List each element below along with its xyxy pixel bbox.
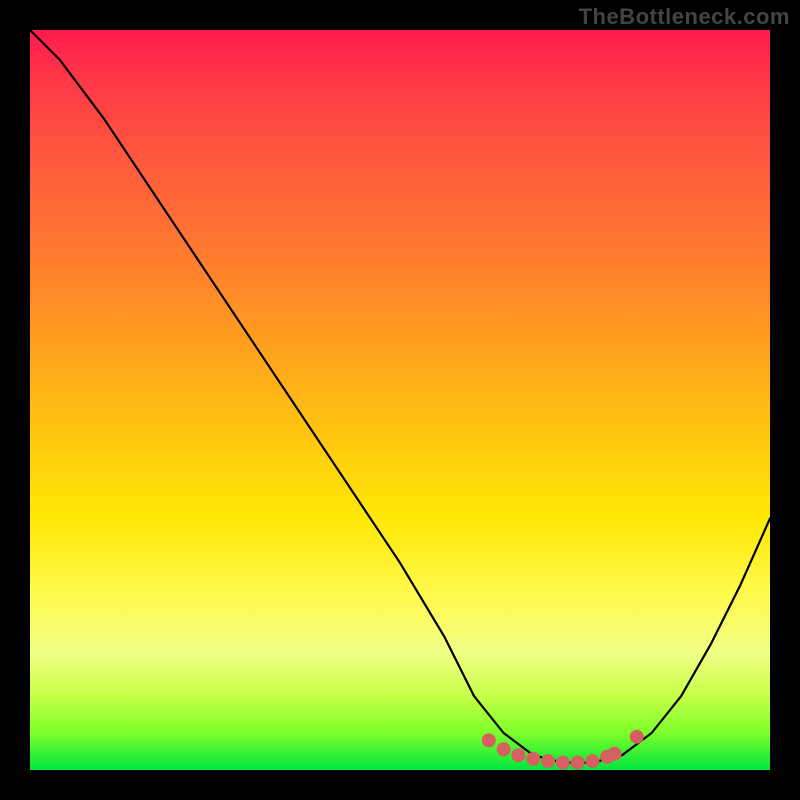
- highlight-point: [482, 733, 496, 747]
- bottleneck-curve-path: [30, 30, 770, 763]
- highlight-point: [541, 754, 555, 768]
- highlight-point: [497, 742, 511, 756]
- highlight-point: [571, 756, 585, 770]
- highlight-point: [556, 756, 570, 770]
- highlight-point: [608, 747, 622, 761]
- watermark-text: TheBottleneck.com: [579, 4, 790, 30]
- chart-svg: [30, 30, 770, 770]
- plot-area: [30, 30, 770, 770]
- chart-frame: TheBottleneck.com: [0, 0, 800, 800]
- highlight-point: [526, 752, 540, 766]
- highlight-point: [511, 748, 525, 762]
- highlight-point: [630, 730, 644, 744]
- highlight-point: [585, 754, 599, 768]
